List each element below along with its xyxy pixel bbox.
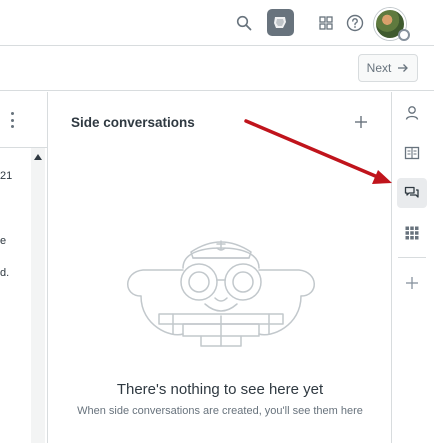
side-conversations-icon: [404, 186, 419, 198]
plus-icon: [355, 116, 367, 128]
ticket-toolbar: Next: [0, 47, 434, 91]
apps-grid-icon[interactable]: [315, 12, 337, 34]
rail-knowledge[interactable]: [397, 138, 427, 168]
add-icon: [406, 277, 418, 289]
empty-state-title: There's nothing to see here yet: [116, 381, 324, 398]
rail-apps[interactable]: [397, 218, 427, 248]
truncated-text: d.: [0, 267, 10, 279]
context-panel-rail: [391, 92, 434, 443]
panel-title: Side conversations: [71, 115, 195, 130]
next-button[interactable]: Next: [358, 54, 418, 82]
knowledge-icon: [404, 146, 420, 160]
next-button-label: Next: [366, 61, 392, 75]
product-logo-icon[interactable]: [267, 9, 294, 36]
apps-icon: [405, 226, 419, 240]
add-side-conversation-button[interactable]: [352, 113, 370, 131]
rail-divider: [398, 257, 426, 258]
truncated-text: e: [0, 235, 7, 247]
truncated-text: 21: [0, 170, 13, 182]
status-indicator: [398, 29, 410, 41]
arrow-right-icon: [398, 64, 409, 72]
search-icon[interactable]: [233, 12, 255, 34]
more-options-icon[interactable]: [7, 112, 17, 128]
sailor-binoculars-illustration: [127, 240, 315, 347]
rail-customer-context[interactable]: [397, 98, 427, 128]
scroll-up-arrow-icon[interactable]: [34, 154, 42, 160]
scrollbar[interactable]: [31, 148, 45, 443]
rail-add[interactable]: [397, 268, 427, 298]
side-conversations-panel: Side conversations There's nothing to se…: [49, 92, 391, 443]
top-bar: [0, 0, 434, 46]
user-icon: [405, 106, 419, 120]
rail-side-conversations[interactable]: [397, 178, 427, 208]
conversation-column: 21 e d.: [0, 92, 48, 443]
help-icon[interactable]: [344, 12, 366, 34]
empty-state-subtitle: When side conversations are created, you…: [77, 405, 363, 417]
